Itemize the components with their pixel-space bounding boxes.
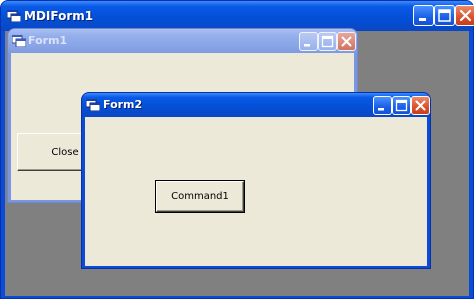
form2-client-area: Command1 bbox=[85, 117, 427, 266]
form2-window: Form2 Command1 bbox=[81, 92, 431, 269]
close-icon bbox=[459, 9, 472, 22]
form1-maximize-button[interactable] bbox=[318, 32, 337, 51]
form1-titlebar[interactable]: Form1 bbox=[8, 29, 357, 53]
form1-minimize-button[interactable] bbox=[299, 32, 318, 51]
minimize-icon bbox=[378, 108, 384, 111]
vb-form-icon[interactable] bbox=[7, 10, 21, 22]
vb-form-icon[interactable] bbox=[86, 99, 100, 111]
form2-titlebar[interactable]: Form2 bbox=[82, 93, 430, 117]
minimize-icon bbox=[304, 44, 310, 47]
close-icon bbox=[341, 36, 352, 47]
maximize-icon bbox=[321, 35, 334, 48]
mdi-close-button[interactable] bbox=[455, 5, 474, 26]
maximize-icon bbox=[438, 9, 451, 22]
mdi-titlebar[interactable]: MDIForm1 bbox=[1, 1, 474, 31]
form2-close-button[interactable] bbox=[411, 96, 430, 115]
vb-form-icon[interactable] bbox=[12, 35, 26, 47]
form2-title: Form2 bbox=[103, 98, 143, 111]
form1-title: Form1 bbox=[28, 34, 68, 47]
command1-button[interactable]: Command1 bbox=[155, 180, 245, 213]
form2-maximize-button[interactable] bbox=[392, 96, 411, 115]
close-icon bbox=[415, 100, 426, 111]
close-button-label: Close bbox=[51, 146, 79, 158]
form1-close-button[interactable] bbox=[337, 32, 356, 51]
minimize-icon bbox=[419, 18, 426, 21]
form2-minimize-button[interactable] bbox=[373, 96, 392, 115]
mdi-title: MDIForm1 bbox=[24, 9, 94, 23]
mdi-minimize-button[interactable] bbox=[413, 5, 434, 26]
maximize-icon bbox=[395, 99, 408, 112]
command1-label: Command1 bbox=[171, 191, 229, 202]
mdi-maximize-button[interactable] bbox=[434, 5, 455, 26]
